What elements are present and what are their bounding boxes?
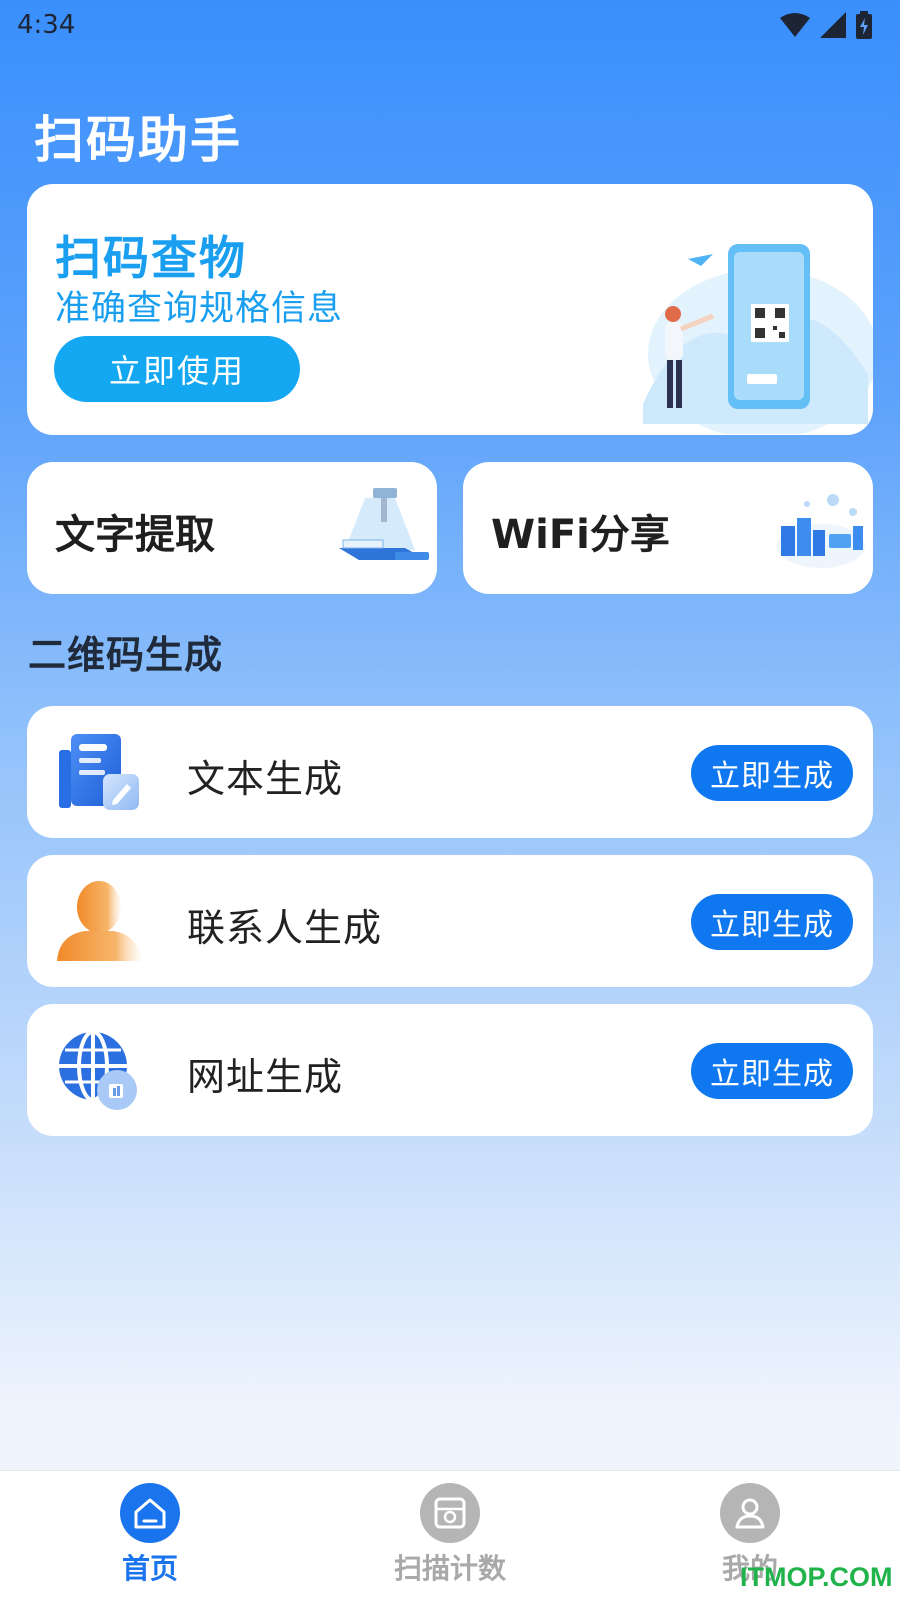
text-extract-illustration-icon [339, 488, 429, 560]
tab-home[interactable]: 首页 [70, 1483, 230, 1593]
tab-scan-count-label: 扫描计数 [393, 1552, 506, 1585]
status-bar: 4:34 [0, 0, 900, 50]
battery-charging-icon [856, 11, 872, 39]
hero-title: 扫码查物 [55, 231, 247, 285]
scan-count-icon [420, 1483, 480, 1543]
wifi-share-label: WiFi分享 [491, 512, 670, 558]
globe-icon [59, 1030, 137, 1110]
tab-home-label: 首页 [121, 1552, 178, 1585]
status-icons [780, 11, 872, 39]
text-generate-button[interactable]: 立即生成 [691, 745, 853, 801]
qr-generate-section-title: 二维码生成 [28, 633, 224, 677]
url-generate-label: 网址生成 [187, 1055, 344, 1099]
text-extract-label: 文字提取 [55, 512, 215, 558]
cellular-signal-icon [820, 12, 846, 38]
hero-subtitle: 准确查询规格信息 [55, 289, 344, 329]
document-edit-icon [59, 734, 139, 810]
use-now-button[interactable]: 立即使用 [54, 336, 300, 402]
contact-person-icon [57, 881, 141, 961]
scan-lookup-card[interactable]: 扫码查物 准确查询规格信息 立即使用 [27, 184, 873, 435]
url-generate-row[interactable]: 网址生成 立即生成 [27, 1004, 873, 1136]
user-icon [720, 1483, 780, 1543]
wifi-share-card[interactable]: WiFi分享 [463, 462, 873, 594]
wifi-share-illustration-icon [777, 494, 865, 568]
phone-qr-illustration-icon [643, 244, 873, 434]
wifi-signal-icon [780, 13, 810, 37]
tab-scan-count[interactable]: 扫描计数 [370, 1483, 530, 1593]
app-title: 扫码助手 [34, 111, 242, 169]
text-extract-card[interactable]: 文字提取 [27, 462, 437, 594]
contact-generate-button[interactable]: 立即生成 [691, 894, 853, 950]
contact-generate-row[interactable]: 联系人生成 立即生成 [27, 855, 873, 987]
text-generate-row[interactable]: 文本生成 立即生成 [27, 706, 873, 838]
text-generate-label: 文本生成 [187, 757, 344, 801]
contact-generate-label: 联系人生成 [187, 906, 383, 950]
home-icon [120, 1483, 180, 1543]
url-generate-button[interactable]: 立即生成 [691, 1043, 853, 1099]
watermark-text: ITMOP.COM [740, 1562, 893, 1592]
status-time: 4:34 [17, 10, 76, 40]
